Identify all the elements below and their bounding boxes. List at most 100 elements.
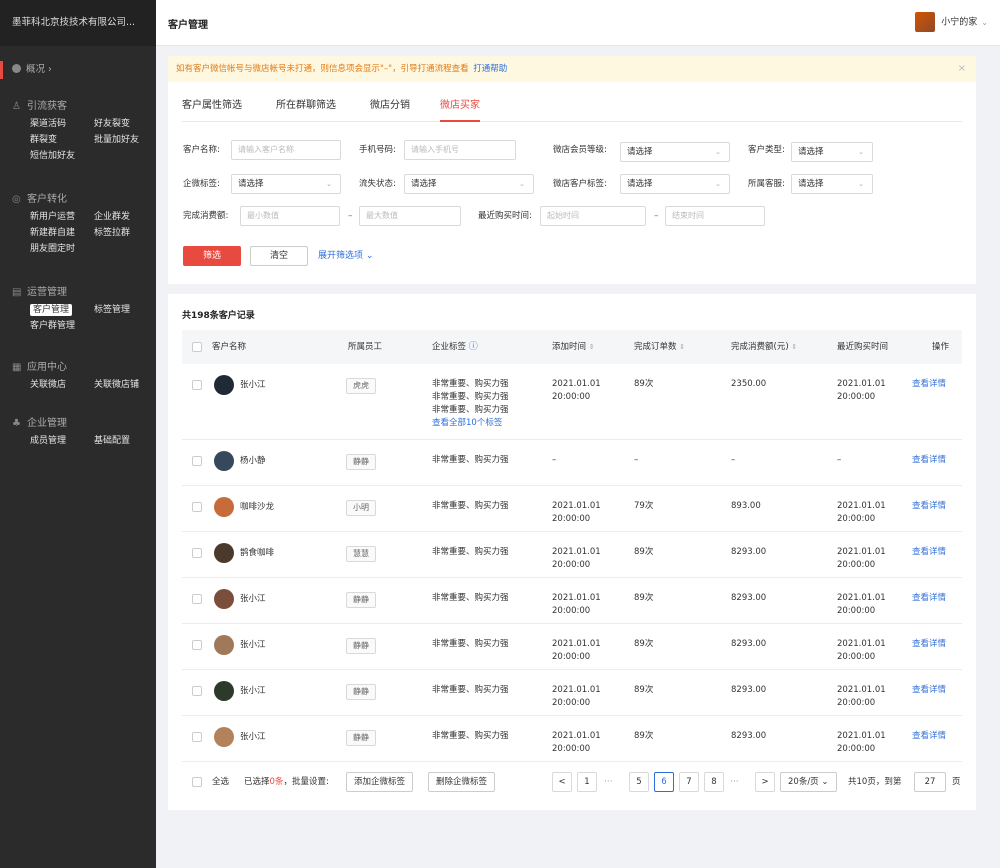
info-icon[interactable]: ⓘ (469, 342, 478, 352)
sidebar-group-title[interactable]: ◎ 客户转化 (0, 191, 156, 209)
phone-input[interactable]: 请输入手机号 (404, 140, 516, 160)
tab-group-chat[interactable]: 所在群聊筛选 (276, 98, 336, 122)
tab-customer-attr[interactable]: 客户属性筛选 (182, 98, 242, 122)
customer-name[interactable]: 鹊食咖啡 (240, 547, 274, 560)
chevron-down-icon: ⌄ (519, 180, 525, 188)
row-checkbox[interactable] (192, 502, 202, 512)
end-time-input[interactable]: 结束时间 (665, 206, 765, 226)
sidebar-group-title[interactable]: ▦ 应用中心 (0, 359, 156, 377)
prev-page-button[interactable]: < (552, 772, 572, 792)
spend-max-input[interactable]: 最大数值 (359, 206, 461, 226)
th-last-buy: 最近购买时间 (837, 342, 889, 352)
sidebar-item-group-fission[interactable]: 群裂变 (30, 132, 94, 148)
row-checkbox[interactable] (192, 380, 202, 390)
last-buy-time: – (837, 455, 842, 465)
sidebar-item-link-store[interactable]: 关联微店铺 (94, 377, 158, 393)
sidebar-item-customer-mgmt[interactable]: 客户管理 (30, 302, 94, 318)
tags-cell: 非常重要、购买力强 (432, 684, 509, 697)
view-details-link[interactable]: 查看详情 (912, 592, 946, 605)
spend-amount: 2350.00 (731, 379, 767, 389)
customer-name[interactable]: 咖啡沙龙 (240, 501, 274, 514)
select-all-checkbox[interactable] (192, 342, 202, 352)
sidebar-item-sms-add[interactable]: 短信加好友 (30, 148, 94, 164)
sidebar-item-tag-group[interactable]: 标签拉群 (94, 225, 158, 241)
clear-button[interactable]: 清空 (250, 246, 308, 266)
row-checkbox[interactable] (192, 548, 202, 558)
next-page-button[interactable]: > (755, 772, 775, 792)
page-ellipsis[interactable]: ··· (604, 772, 613, 792)
spend-amount: 8293.00 (731, 731, 767, 741)
th-orders[interactable]: 完成订单数 ⇕ (634, 330, 685, 364)
shop-tag-select[interactable]: 请选择 ⌄ (620, 174, 730, 194)
start-time-input[interactable]: 起始时间 (540, 206, 646, 226)
last-buy-time: 2021.01.01 20:00:00 (837, 685, 886, 708)
page-1[interactable]: 1 (577, 772, 597, 792)
service-select[interactable]: 请选择 ⌄ (791, 174, 873, 194)
sidebar-item-members[interactable]: 成员管理 (30, 433, 94, 449)
filter-button[interactable]: 筛选 (183, 246, 241, 266)
table-row: 咖啡沙龙 小明 非常重要、购买力强 2021.01.01 20:00:00 79次 893.… (182, 486, 962, 532)
user-menu[interactable]: 小宁的家 ⌄ (915, 12, 988, 32)
customer-name[interactable]: 张小江 (240, 639, 266, 652)
row-checkbox[interactable] (192, 594, 202, 604)
sidebar-item-new-user-ops[interactable]: 新用户运营 (30, 209, 94, 225)
row-checkbox[interactable] (192, 640, 202, 650)
sidebar-item-new-group[interactable]: 新建群自建 (30, 225, 94, 241)
footer-select-all-checkbox[interactable] (192, 777, 202, 787)
chevron-down-icon: ⌄ (858, 148, 864, 156)
remove-tag-button[interactable]: 删除企微标签 (428, 772, 496, 792)
sidebar-item-moments[interactable]: 朋友圈定时 (30, 241, 94, 257)
customer-type-select[interactable]: 请选择 ⌄ (791, 142, 873, 162)
view-details-link[interactable]: 查看详情 (912, 454, 946, 467)
help-link[interactable]: 打通帮助 (473, 64, 507, 74)
sidebar-group-title[interactable]: ♙ 引流获客 (0, 98, 156, 116)
view-details-link[interactable]: 查看详情 (912, 378, 946, 391)
company-name[interactable]: 墨菲科北京技技术有限公司... (0, 0, 156, 46)
sidebar-item-group-mgmt[interactable]: 客户群管理 (30, 318, 94, 334)
customer-name[interactable]: 张小江 (240, 685, 266, 698)
expand-filters-link[interactable]: 展开筛选项 ⌄ (318, 246, 373, 266)
row-checkbox[interactable] (192, 732, 202, 742)
sidebar-item-overview[interactable]: 概况 › (0, 58, 156, 82)
sidebar-group-title[interactable]: ♣ 企业管理 (0, 415, 156, 433)
row-checkbox[interactable] (192, 686, 202, 696)
page-6[interactable]: 6 (654, 772, 674, 792)
page-7[interactable]: 7 (679, 772, 699, 792)
churn-select[interactable]: 请选择 ⌄ (404, 174, 534, 194)
wecom-tag-select[interactable]: 请选择 ⌄ (231, 174, 341, 194)
spend-min-input[interactable]: 最小数值 (240, 206, 340, 226)
sidebar-item-base-config[interactable]: 基础配置 (94, 433, 158, 449)
th-spend[interactable]: 完成消费额(元) ⇕ (731, 330, 797, 364)
sidebar-item-batch-add[interactable]: 批量加好友 (94, 132, 158, 148)
customer-name-input[interactable]: 请输入客户名称 (231, 140, 341, 160)
sidebar-item-tag-mgmt[interactable]: 标签管理 (94, 302, 158, 318)
sidebar-item-channel-code[interactable]: 渠道活码 (30, 116, 94, 132)
sidebar-item-link-shop[interactable]: 关联微店 (30, 377, 94, 393)
sidebar-item-friend-fission[interactable]: 好友裂变 (94, 116, 158, 132)
member-level-select[interactable]: 请选择 ⌄ (620, 142, 730, 162)
close-icon[interactable]: × (958, 56, 966, 82)
sidebar-group-title[interactable]: ▤ 运营管理 (0, 284, 156, 302)
page-8[interactable]: 8 (704, 772, 724, 792)
view-all-tags-link[interactable]: 查看全部10个标签 (432, 417, 509, 430)
page-5[interactable]: 5 (629, 772, 649, 792)
view-details-link[interactable]: 查看详情 (912, 684, 946, 697)
page-ellipsis[interactable]: ··· (730, 772, 739, 792)
add-tag-button[interactable]: 添加企微标签 (346, 772, 414, 792)
view-details-link[interactable]: 查看详情 (912, 730, 946, 743)
th-added[interactable]: 添加时间 ⇕ (552, 330, 595, 364)
view-details-link[interactable]: 查看详情 (912, 546, 946, 559)
page-size-select[interactable]: 20条/页 ⌄ (780, 772, 837, 792)
sidebar: 墨菲科北京技技术有限公司... 概况 › ♙ 引流获客 渠道活码 好友裂变 群裂变… (0, 0, 156, 868)
tab-buyer[interactable]: 微店买家 (440, 98, 480, 122)
view-details-link[interactable]: 查看详情 (912, 500, 946, 513)
customer-name[interactable]: 杨小静 (240, 455, 266, 468)
tab-distribution[interactable]: 微店分销 (370, 98, 410, 122)
view-details-link[interactable]: 查看详情 (912, 638, 946, 651)
customer-name[interactable]: 张小江 (240, 731, 266, 744)
customer-name[interactable]: 张小江 (240, 379, 266, 392)
customer-name[interactable]: 张小江 (240, 593, 266, 606)
row-checkbox[interactable] (192, 456, 202, 466)
goto-page-input[interactable]: 27 (914, 772, 946, 792)
sidebar-item-mass-send[interactable]: 企业群发 (94, 209, 158, 225)
